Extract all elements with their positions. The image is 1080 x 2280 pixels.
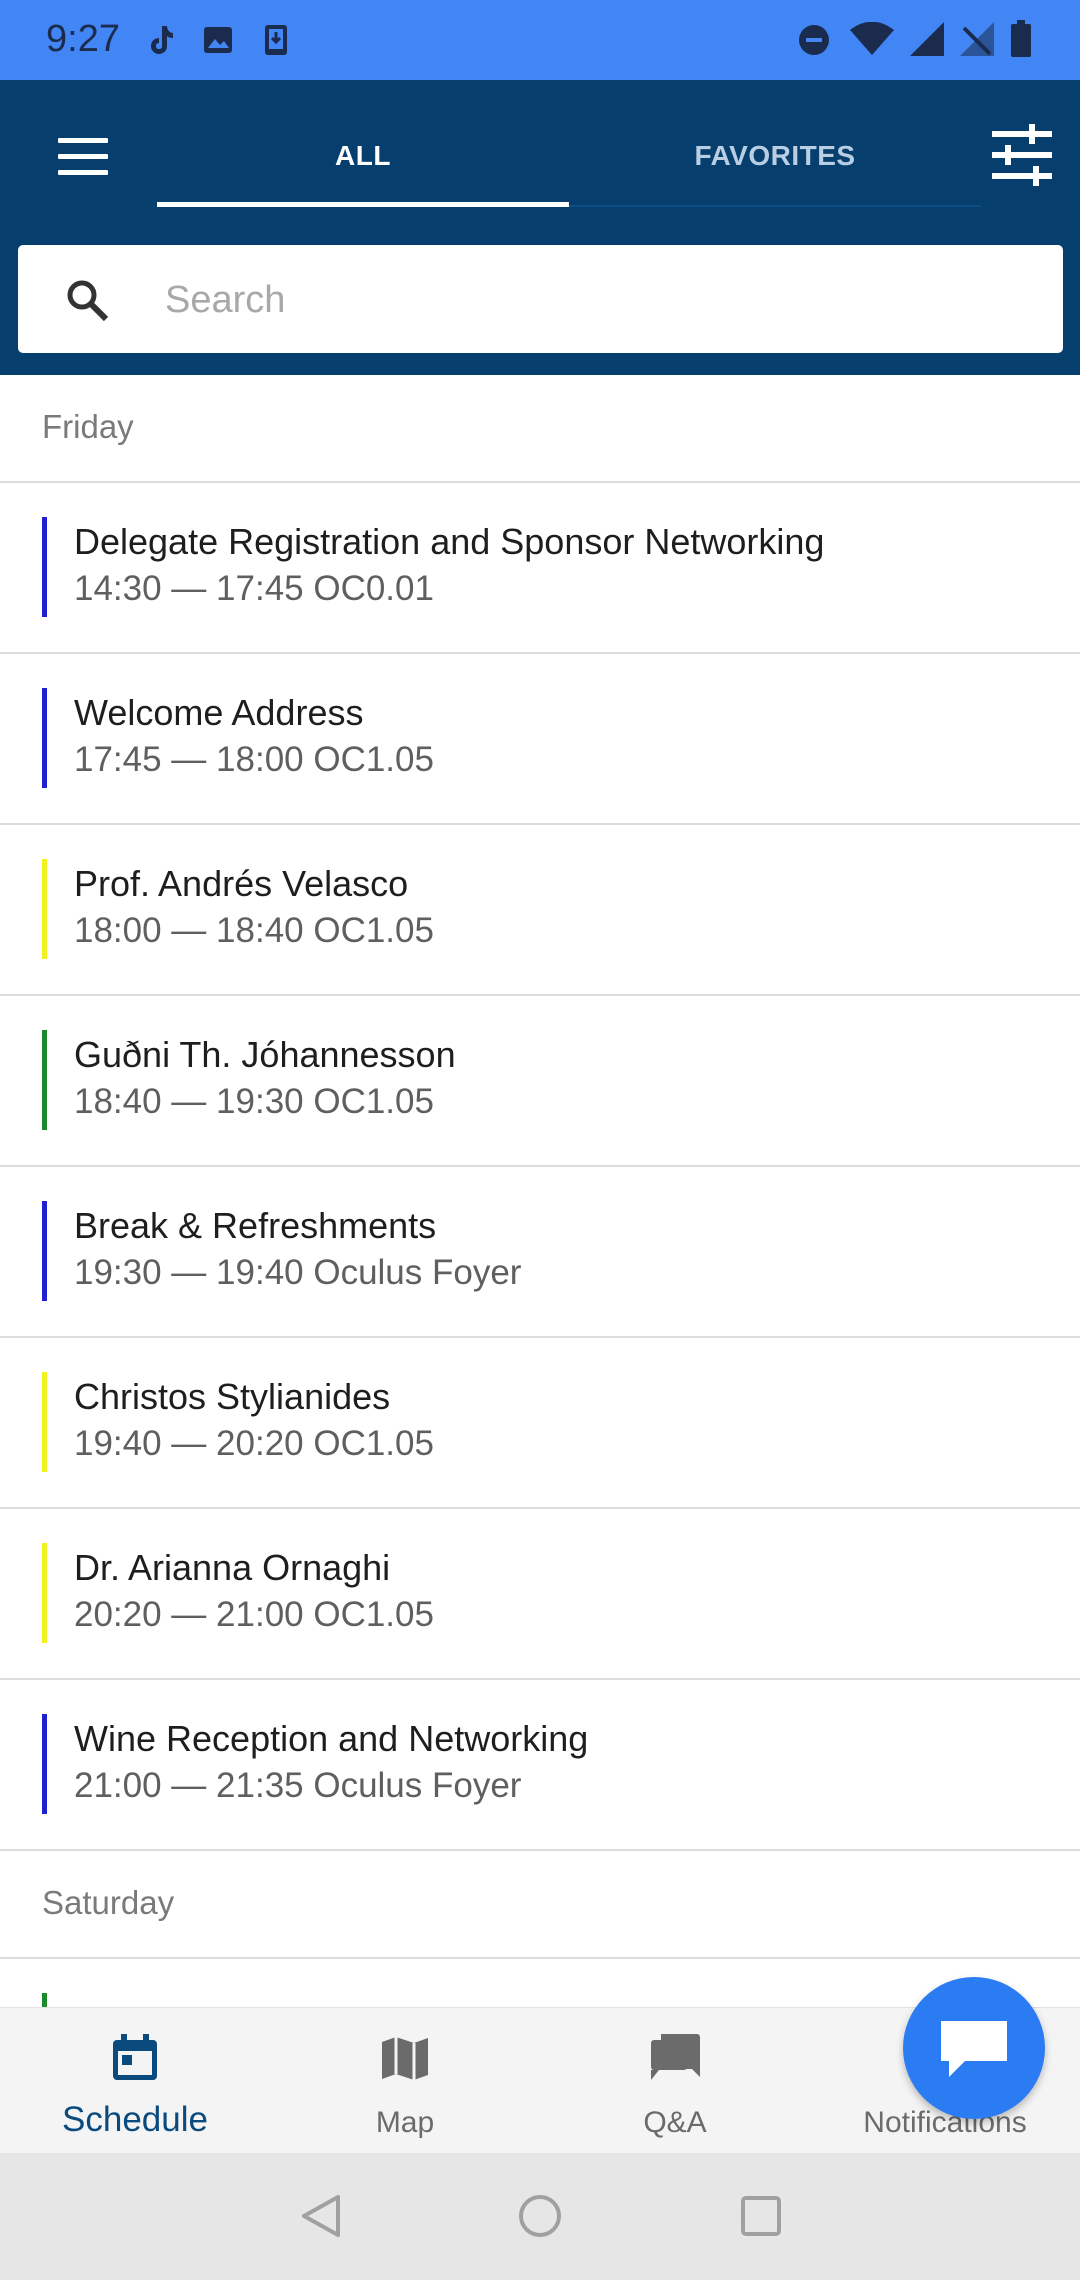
filter-sliders-icon[interactable] bbox=[990, 120, 1054, 190]
session-title: Guðni Th. Jóhannesson bbox=[74, 1034, 456, 1075]
wifi-icon bbox=[850, 22, 894, 55]
session-title: Prof. Andrés Velasco bbox=[74, 863, 409, 904]
track-color-bar bbox=[42, 1372, 47, 1472]
session-row[interactable]: Christos Stylianides 19:40 — 20:20 OC1.0… bbox=[0, 1338, 1080, 1509]
track-color-bar bbox=[42, 1993, 47, 2007]
session-time-room: 18:40 — 19:30 OC1.05 bbox=[74, 1082, 434, 1121]
session-time-room: 18:00 — 18:40 OC1.05 bbox=[74, 911, 434, 950]
nav-qa[interactable]: Q&A bbox=[540, 2008, 810, 2154]
search-box[interactable] bbox=[18, 245, 1063, 353]
session-title: Dr. Arianna Ornaghi bbox=[74, 1547, 391, 1588]
message-icon bbox=[941, 2021, 1007, 2077]
tiktok-icon bbox=[151, 26, 173, 54]
back-icon[interactable] bbox=[296, 2191, 346, 2241]
session-row[interactable]: Wine Reception and Networking 21:00 — 21… bbox=[0, 1680, 1080, 1851]
no-signal-icon bbox=[960, 22, 994, 56]
status-bar: 9:27 bbox=[0, 0, 1080, 80]
session-row[interactable]: Guðni Th. Jóhannesson 18:40 — 19:30 OC1.… bbox=[0, 996, 1080, 1167]
nav-label: Map bbox=[375, 2106, 435, 2139]
chat-icon bbox=[651, 2034, 700, 2080]
session-time-room: 20:20 — 21:00 OC1.05 bbox=[74, 1595, 434, 1634]
day-header-saturday: Saturday bbox=[0, 1851, 1080, 1959]
recents-icon[interactable] bbox=[736, 2191, 786, 2241]
signal-icon bbox=[910, 22, 944, 56]
track-color-bar bbox=[42, 1201, 47, 1301]
session-title: Wine Reception and Networking bbox=[74, 1718, 589, 1759]
system-navigation-bar bbox=[0, 2153, 1080, 2280]
session-row[interactable]: Welcome Address 17:45 — 18:00 OC1.05 bbox=[0, 654, 1080, 825]
tab-all[interactable]: ALL bbox=[157, 120, 569, 204]
session-row[interactable]: Delegate Registration and Sponsor Networ… bbox=[0, 483, 1080, 654]
session-title: Break & Refreshments bbox=[74, 1205, 437, 1246]
nav-schedule[interactable]: Schedule bbox=[0, 2008, 270, 2154]
home-icon[interactable] bbox=[515, 2191, 565, 2241]
app-bar: ALL FAVORITES bbox=[0, 80, 1080, 375]
day-header-friday: Friday bbox=[0, 375, 1080, 483]
session-time-room: 17:45 — 18:00 OC1.05 bbox=[74, 740, 434, 779]
tab-track bbox=[569, 205, 981, 207]
track-color-bar bbox=[42, 1543, 47, 1643]
session-title: Christos Stylianides bbox=[74, 1376, 391, 1417]
download-icon bbox=[265, 25, 287, 55]
search-icon bbox=[67, 280, 109, 322]
session-row[interactable]: Dr. Arianna Ornaghi 20:20 — 21:00 OC1.05 bbox=[0, 1509, 1080, 1680]
session-title: Welcome Address bbox=[74, 692, 364, 733]
track-color-bar bbox=[42, 1714, 47, 1814]
session-time-room: 21:00 — 21:35 Oculus Foyer bbox=[74, 1766, 522, 1805]
session-time-room: 19:40 — 20:20 OC1.05 bbox=[74, 1424, 434, 1463]
nav-label: Schedule bbox=[62, 2100, 208, 2139]
image-icon bbox=[204, 27, 232, 53]
session-row[interactable]: Prof. Andrés Velasco 18:00 — 18:40 OC1.0… bbox=[0, 825, 1080, 996]
tab-favorites[interactable]: FAVORITES bbox=[569, 120, 981, 204]
track-color-bar bbox=[42, 517, 47, 617]
track-color-bar bbox=[42, 859, 47, 959]
session-time-room: 14:30 — 17:45 OC0.01 bbox=[74, 569, 434, 608]
dnd-icon bbox=[799, 25, 829, 55]
hamburger-menu-icon[interactable] bbox=[58, 138, 108, 178]
session-row[interactable] bbox=[0, 1959, 1080, 2007]
session-row[interactable]: Break & Refreshments 19:30 — 19:40 Oculu… bbox=[0, 1167, 1080, 1338]
schedule-list[interactable]: Friday Delegate Registration and Sponsor… bbox=[0, 375, 1080, 2007]
nav-label: Q&A bbox=[643, 2106, 707, 2139]
session-title: Delegate Registration and Sponsor Networ… bbox=[74, 521, 825, 562]
session-time-room: 19:30 — 19:40 Oculus Foyer bbox=[74, 1253, 522, 1292]
track-color-bar bbox=[42, 688, 47, 788]
nav-map[interactable]: Map bbox=[270, 2008, 540, 2154]
search-input[interactable] bbox=[163, 265, 1027, 335]
battery-icon bbox=[1011, 20, 1031, 57]
map-icon bbox=[382, 2037, 428, 2080]
track-color-bar bbox=[42, 1030, 47, 1130]
message-fab[interactable] bbox=[903, 1977, 1045, 2119]
calendar-icon bbox=[113, 2034, 157, 2080]
status-time: 9:27 bbox=[46, 18, 120, 60]
active-tab-indicator bbox=[157, 202, 569, 207]
